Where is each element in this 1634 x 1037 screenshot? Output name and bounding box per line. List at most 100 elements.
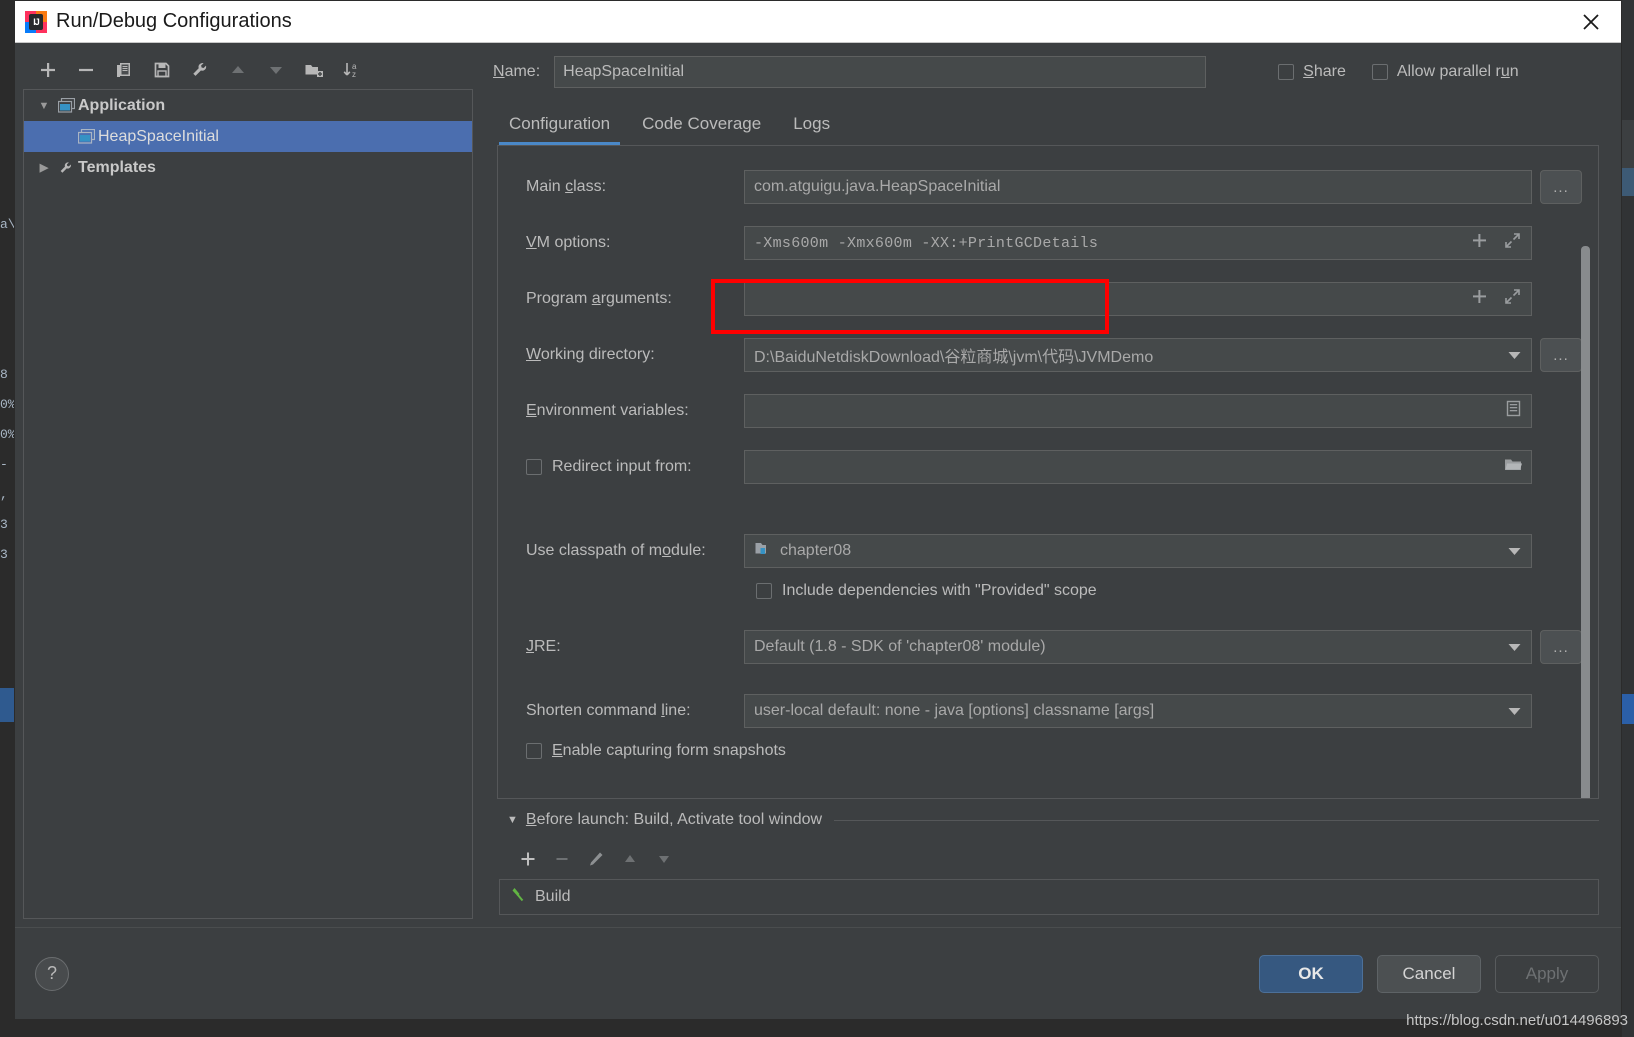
arrow-up-icon[interactable] [219, 53, 257, 87]
remove-task-button[interactable] [545, 845, 579, 873]
task-move-down-button[interactable] [647, 845, 681, 873]
watermark: https://blog.csdn.net/u014496893 [1406, 1012, 1628, 1029]
classpath-module-dropdown-icon[interactable] [1498, 534, 1532, 568]
enable-capturing-row[interactable]: Enable capturing form snapshots [514, 742, 1582, 760]
enable-capturing-checkbox[interactable] [526, 743, 542, 759]
chevron-down-icon[interactable]: ▼ [507, 814, 518, 826]
configurations-panel: a z ▼ Application HeapSpaceInitial ▶ Tem… [15, 43, 481, 927]
jre-browse-button[interactable]: ... [1540, 630, 1582, 664]
jre-select[interactable]: Default (1.8 - SDK of 'chapter08' module… [744, 630, 1498, 664]
program-arguments-label: Program arguments: [526, 290, 672, 307]
before-launch-task-list[interactable]: Build [499, 879, 1599, 915]
tab-logs[interactable]: Logs [777, 103, 846, 145]
before-launch-header[interactable]: ▼ Before launch: Build, Activate tool wi… [499, 799, 1599, 841]
jre-row: JRE: Default (1.8 - SDK of 'chapter08' m… [514, 630, 1582, 664]
redirect-input-label: Redirect input from: [552, 458, 692, 475]
copy-icon[interactable] [105, 53, 143, 87]
allow-parallel-run-label: Allow parallel run [1396, 63, 1519, 80]
folder-add-icon[interactable] [295, 53, 333, 87]
tree-node-heapspaceinitial[interactable]: HeapSpaceInitial [24, 121, 472, 152]
classpath-module-select[interactable]: chapter08 [744, 534, 1498, 568]
wrench-icon[interactable] [181, 53, 219, 87]
allow-parallel-run-checkbox[interactable] [1371, 64, 1388, 80]
sort-az-icon[interactable]: a z [333, 53, 371, 87]
environment-variables-editor-icon[interactable] [1504, 399, 1523, 423]
name-label: Name: [493, 63, 541, 80]
dialog-footer: ? OK Cancel Apply [15, 927, 1621, 1019]
redirect-input-label-wrap: Redirect input from: [514, 458, 744, 476]
dialog-titlebar: IJ Run/Debug Configurations [15, 1, 1621, 43]
form-scrollbar[interactable] [1581, 246, 1590, 798]
environment-variables-label: Environment variables: [526, 402, 689, 419]
add-configuration-button[interactable] [29, 53, 67, 87]
share-checkbox[interactable] [1278, 64, 1295, 80]
main-class-row: Main class: com.atguigu.java.HeapSpaceIn… [514, 170, 1582, 204]
before-launch-toolbar [499, 841, 1599, 877]
close-icon[interactable] [1561, 1, 1621, 42]
configuration-editor-panel: Name: Share Allow parallel run Configura… [481, 43, 1621, 927]
vm-options-row: VM options: -Xms600m -Xmx600m -XX:+Print… [514, 226, 1582, 260]
chevron-down-icon[interactable]: ▼ [34, 100, 54, 112]
add-task-button[interactable] [511, 845, 545, 873]
build-hammer-icon [510, 886, 527, 908]
apply-button: Apply [1495, 954, 1599, 993]
save-icon[interactable] [143, 53, 181, 87]
tree-node-templates[interactable]: ▶ Templates [24, 152, 472, 183]
main-class-input[interactable]: com.atguigu.java.HeapSpaceInitial [744, 170, 1532, 204]
app-icon-text: IJ [29, 13, 43, 30]
vm-options-input[interactable]: -Xms600m -Xmx600m -XX:+PrintGCDetails [744, 226, 1532, 260]
dialog-title: Run/Debug Configurations [56, 10, 292, 32]
working-directory-dropdown-icon[interactable] [1498, 338, 1532, 372]
chevron-right-icon[interactable]: ▶ [34, 161, 54, 174]
allow-parallel-run-checkbox-wrap[interactable]: Allow parallel run [1371, 63, 1519, 81]
pencil-icon[interactable] [579, 845, 613, 873]
cancel-button[interactable]: Cancel [1377, 954, 1481, 993]
include-provided-checkbox[interactable] [756, 583, 772, 599]
redirect-input-row: Redirect input from: [514, 450, 1582, 484]
arrow-down-icon[interactable] [257, 53, 295, 87]
main-class-label: Main class: [526, 178, 607, 195]
working-directory-label: Working directory: [526, 346, 655, 363]
tab-code-coverage[interactable]: Code Coverage [626, 103, 777, 145]
classpath-module-row: Use classpath of module: chapter08 [514, 534, 1582, 568]
application-icon [54, 98, 78, 113]
share-checkbox-wrap[interactable]: Share [1278, 63, 1346, 81]
task-move-up-button[interactable] [613, 845, 647, 873]
background-gutter-mark-1 [1622, 168, 1634, 196]
main-class-browse-button[interactable]: ... [1540, 170, 1582, 204]
working-directory-row: Working directory: D:\BaiduNetdiskDownlo… [514, 338, 1582, 372]
jre-label: JRE: [526, 638, 561, 655]
intellij-idea-icon: IJ [25, 10, 47, 33]
program-arguments-row: Program arguments: [514, 282, 1582, 316]
shorten-command-line-select[interactable]: user-local default: none - java [options… [744, 694, 1498, 728]
tree-node-application[interactable]: ▼ Application [24, 90, 472, 121]
jre-dropdown-icon[interactable] [1498, 630, 1532, 664]
configurations-toolbar: a z [23, 51, 473, 89]
application-icon [74, 129, 98, 144]
shorten-command-line-row: Shorten command line: user-local default… [514, 694, 1582, 728]
working-directory-browse-button[interactable]: ... [1540, 338, 1582, 372]
configuration-form: Main class: com.atguigu.java.HeapSpaceIn… [498, 146, 1598, 782]
enable-capturing-label: Enable capturing form snapshots [552, 742, 786, 759]
ok-button[interactable]: OK [1259, 954, 1363, 993]
before-launch-task-label: Build [535, 888, 571, 905]
include-provided-row[interactable]: Include dependencies with "Provided" sco… [514, 582, 1582, 600]
shorten-command-line-dropdown-icon[interactable] [1498, 694, 1532, 728]
redirect-input-checkbox[interactable] [526, 459, 542, 475]
shorten-command-line-label: Shorten command line: [526, 702, 691, 719]
remove-configuration-button[interactable] [67, 53, 105, 87]
configurations-tree[interactable]: ▼ Application HeapSpaceInitial ▶ Templat… [23, 89, 473, 919]
program-arguments-input[interactable] [744, 282, 1532, 316]
share-label: Share [1303, 63, 1346, 80]
working-directory-input[interactable]: D:\BaiduNetdiskDownload\谷粒商城\jvm\代码\JVMD… [744, 338, 1498, 372]
before-launch-title: Before launch: Build, Activate tool wind… [525, 811, 823, 828]
redirect-input-field[interactable] [744, 450, 1532, 484]
wrench-icon [54, 160, 78, 176]
tab-configuration[interactable]: Configuration [493, 103, 626, 145]
environment-variables-input[interactable] [744, 394, 1532, 428]
help-button[interactable]: ? [35, 956, 69, 991]
name-input[interactable] [554, 56, 1207, 88]
include-provided-label: Include dependencies with "Provided" sco… [782, 582, 1097, 599]
before-launch-bottom-spacer [493, 915, 1621, 927]
folder-icon[interactable] [1503, 456, 1523, 478]
